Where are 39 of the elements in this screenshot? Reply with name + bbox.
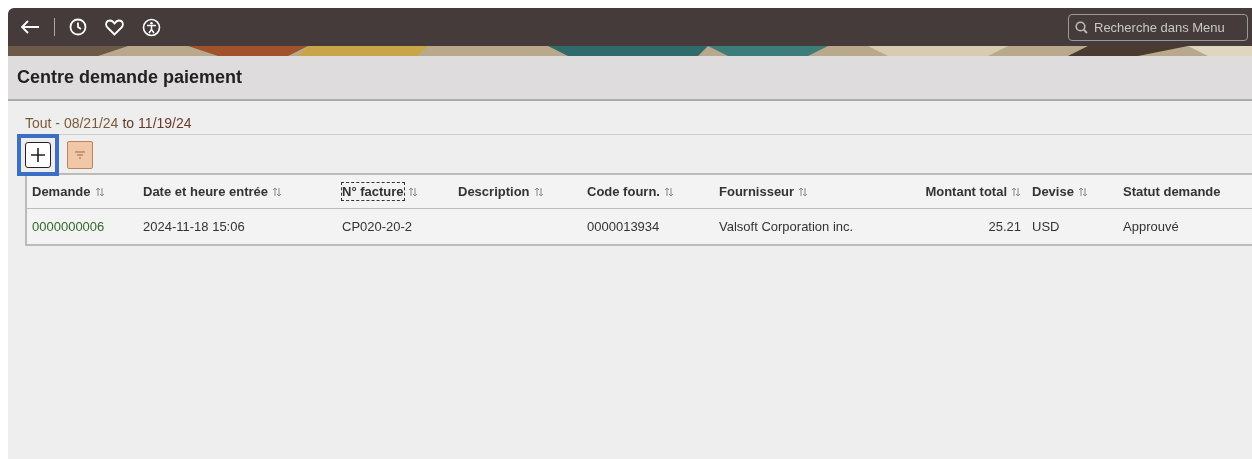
add-button[interactable] bbox=[17, 134, 59, 176]
column-header[interactable]: Devise bbox=[1032, 183, 1074, 200]
sort-icon[interactable] bbox=[798, 186, 809, 197]
table-cell: 25.21 bbox=[988, 219, 1021, 234]
column-header[interactable]: Fournisseur bbox=[719, 183, 795, 200]
sort-icon[interactable] bbox=[1077, 186, 1088, 197]
filter-connector: to bbox=[122, 115, 135, 131]
filter-end-date: 11/19/24 bbox=[138, 115, 192, 131]
table-cell: 2024-11-18 15:06 bbox=[143, 219, 245, 234]
column-header[interactable]: Montant total bbox=[925, 183, 1007, 200]
back-arrow-icon[interactable] bbox=[20, 19, 40, 35]
sort-icon[interactable] bbox=[94, 186, 105, 197]
sort-icon[interactable] bbox=[1011, 186, 1021, 197]
clock-icon[interactable] bbox=[69, 18, 87, 36]
plus-icon bbox=[30, 147, 46, 163]
search-field[interactable]: Recherche dans Menu bbox=[1068, 13, 1248, 41]
sort-icon[interactable] bbox=[407, 186, 418, 197]
column-header[interactable]: Demande bbox=[32, 183, 91, 200]
table-cell: Valsoft Corporation inc. bbox=[719, 219, 854, 234]
accessibility-icon[interactable] bbox=[142, 17, 161, 37]
column-header[interactable]: Statut demande bbox=[1123, 183, 1221, 200]
column-header[interactable]: Date et heure entrée bbox=[143, 183, 268, 200]
sort-icon[interactable] bbox=[272, 186, 282, 197]
table-cell: USD bbox=[1032, 219, 1060, 234]
table-cell: Approuvé bbox=[1123, 219, 1179, 234]
search-icon bbox=[1075, 20, 1088, 34]
table-cell: 0000013934 bbox=[587, 219, 660, 234]
page-title: Centre demande paiement bbox=[17, 67, 243, 88]
request-link[interactable]: 0000000006 bbox=[32, 219, 105, 234]
column-header[interactable]: Description bbox=[458, 183, 530, 200]
filter-icon bbox=[74, 150, 86, 160]
filter-label: Tout - 08/21/24 bbox=[25, 115, 119, 131]
table-cell: CP020-20-2 bbox=[342, 219, 413, 234]
sort-icon[interactable] bbox=[533, 186, 544, 197]
column-header[interactable]: N° facture bbox=[342, 183, 404, 200]
column-header[interactable]: Code fourn. bbox=[587, 183, 660, 200]
filter-button[interactable] bbox=[67, 141, 93, 169]
sort-icon[interactable] bbox=[663, 186, 674, 197]
heart-icon[interactable] bbox=[105, 18, 124, 36]
